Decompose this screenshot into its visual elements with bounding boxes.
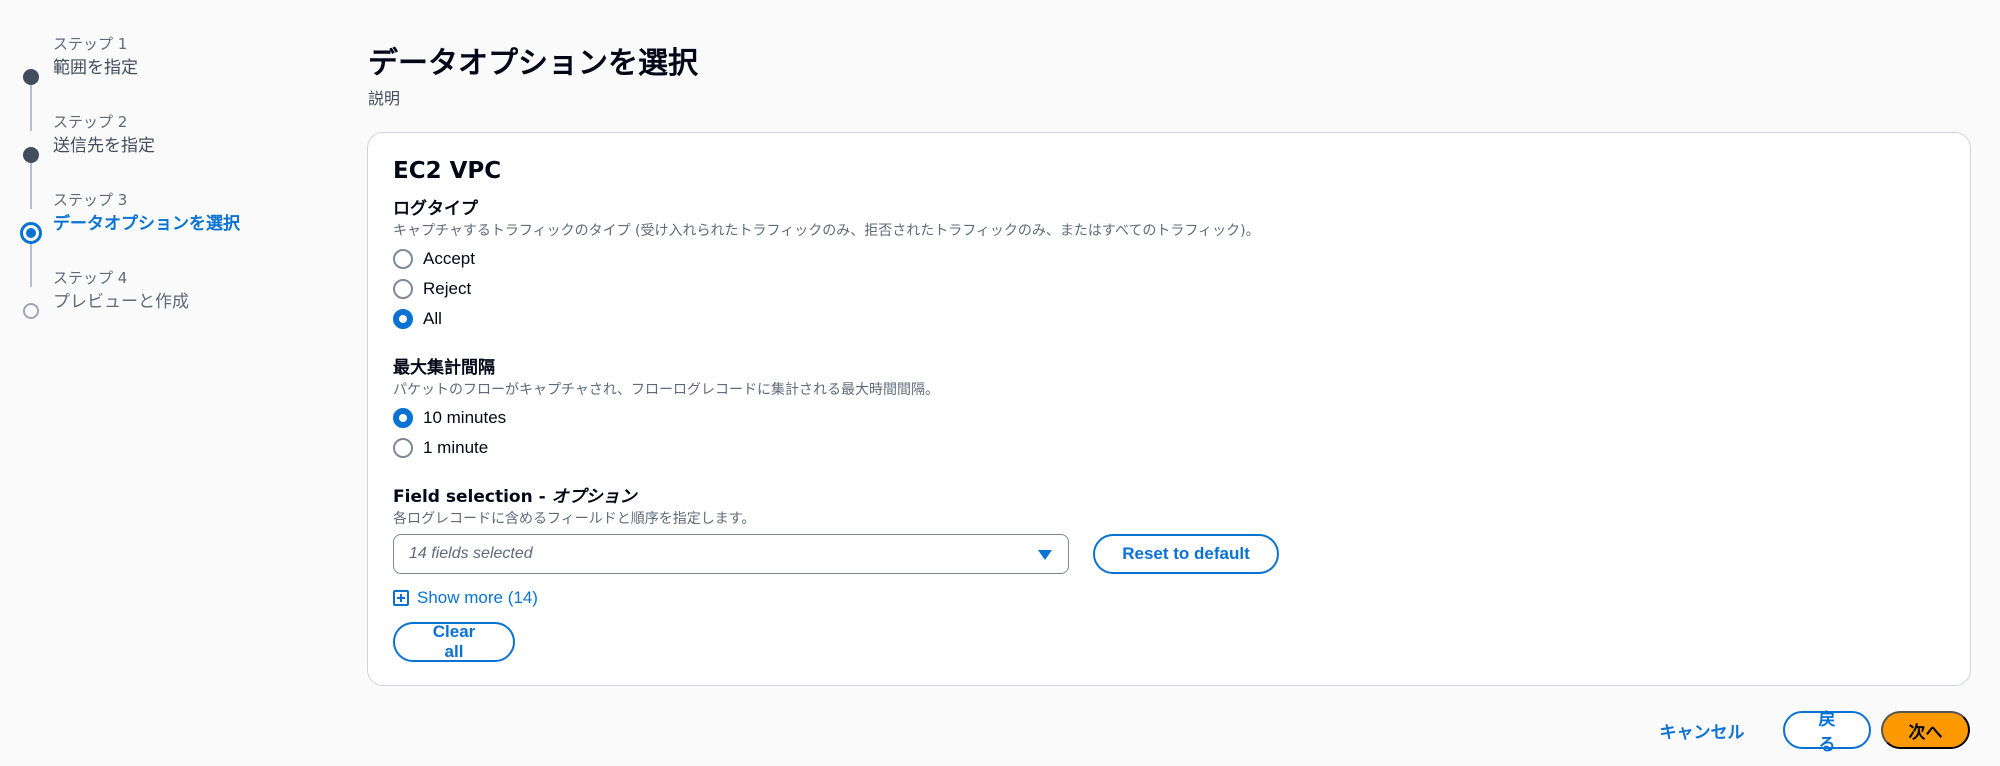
multiselect-placeholder[interactable]: 14 fields selected	[409, 545, 533, 563]
show-more-link[interactable]: Show more (14)	[393, 586, 538, 610]
step-1[interactable]: ステップ 1 範囲を指定	[20, 34, 320, 131]
card-title: EC2 VPC	[393, 158, 502, 184]
radio-label[interactable]: Reject	[423, 279, 471, 299]
aggregation-interval-description: パケットのフローがキャプチャされ、フローログレコードに集計される最大時間間隔。	[393, 382, 939, 398]
optional-tag: オプション	[551, 487, 637, 507]
next-button[interactable]: 次へ	[1881, 711, 1970, 749]
caret-down-icon[interactable]	[1038, 550, 1052, 560]
radio-label[interactable]: 1 minute	[423, 438, 488, 458]
field-selection-description: 各ログレコードに含めるフィールドと順序を指定します。	[393, 511, 756, 527]
step-active-icon	[20, 222, 42, 244]
field-multiselect[interactable]: 14 fields selected	[393, 534, 1069, 574]
field-selection-label: Field selection - オプション	[393, 486, 637, 508]
step-title: データオプションを選択	[53, 214, 240, 234]
radio-unchecked-icon[interactable]	[393, 249, 413, 269]
step-pending-icon	[23, 303, 39, 319]
radio-1-minute[interactable]: 1 minute	[393, 436, 488, 460]
step-4: ステップ 4 プレビューと作成	[20, 268, 320, 340]
expand-plus-icon[interactable]	[393, 590, 409, 606]
cancel-button[interactable]: キャンセル	[1640, 712, 1764, 748]
radio-all[interactable]: All	[393, 307, 442, 331]
radio-reject[interactable]: Reject	[393, 277, 471, 301]
back-button[interactable]: 戻る	[1783, 710, 1871, 754]
clear-all-button[interactable]: Clear all	[393, 622, 515, 662]
step-number: ステップ 1	[53, 35, 128, 53]
radio-label[interactable]: Accept	[423, 249, 475, 269]
radio-label[interactable]: All	[423, 309, 442, 329]
radio-checked-icon[interactable]	[393, 408, 413, 428]
step-number: ステップ 3	[53, 191, 128, 209]
page-title: データオプションを選択	[368, 46, 698, 81]
radio-unchecked-icon[interactable]	[393, 279, 413, 299]
step-2[interactable]: ステップ 2 送信先を指定	[20, 112, 320, 209]
step-3: ステップ 3 データオプションを選択	[20, 190, 320, 287]
step-title[interactable]: 送信先を指定	[53, 134, 320, 158]
log-type-label: ログタイプ	[393, 199, 478, 219]
step-title[interactable]: 範囲を指定	[53, 56, 320, 80]
ec2-vpc-card: EC2 VPC ログタイプ キャプチャするトラフィックのタイプ (受け入れられた…	[367, 132, 1971, 686]
field-selection-label-text: Field selection -	[393, 487, 552, 507]
radio-label[interactable]: 10 minutes	[423, 408, 506, 428]
page-description: 説明	[368, 89, 401, 108]
step-number: ステップ 2	[53, 113, 128, 131]
reset-to-default-button[interactable]: Reset to default	[1093, 534, 1279, 574]
radio-10-minutes[interactable]: 10 minutes	[393, 406, 506, 430]
radio-checked-icon[interactable]	[393, 309, 413, 329]
radio-unchecked-icon[interactable]	[393, 438, 413, 458]
step-completed-icon	[23, 69, 39, 85]
wizard-steps: ステップ 1 範囲を指定 ステップ 2 送信先を指定 ステップ 3 データオプシ…	[20, 28, 320, 340]
log-type-description: キャプチャするトラフィックのタイプ (受け入れられたトラフィックのみ、拒否された…	[393, 223, 1260, 239]
radio-accept[interactable]: Accept	[393, 247, 475, 271]
aggregation-interval-label: 最大集計間隔	[393, 358, 495, 378]
step-completed-icon	[23, 147, 39, 163]
show-more-label[interactable]: Show more (14)	[417, 588, 538, 608]
step-number: ステップ 4	[53, 269, 128, 287]
step-title: プレビューと作成	[53, 292, 189, 312]
